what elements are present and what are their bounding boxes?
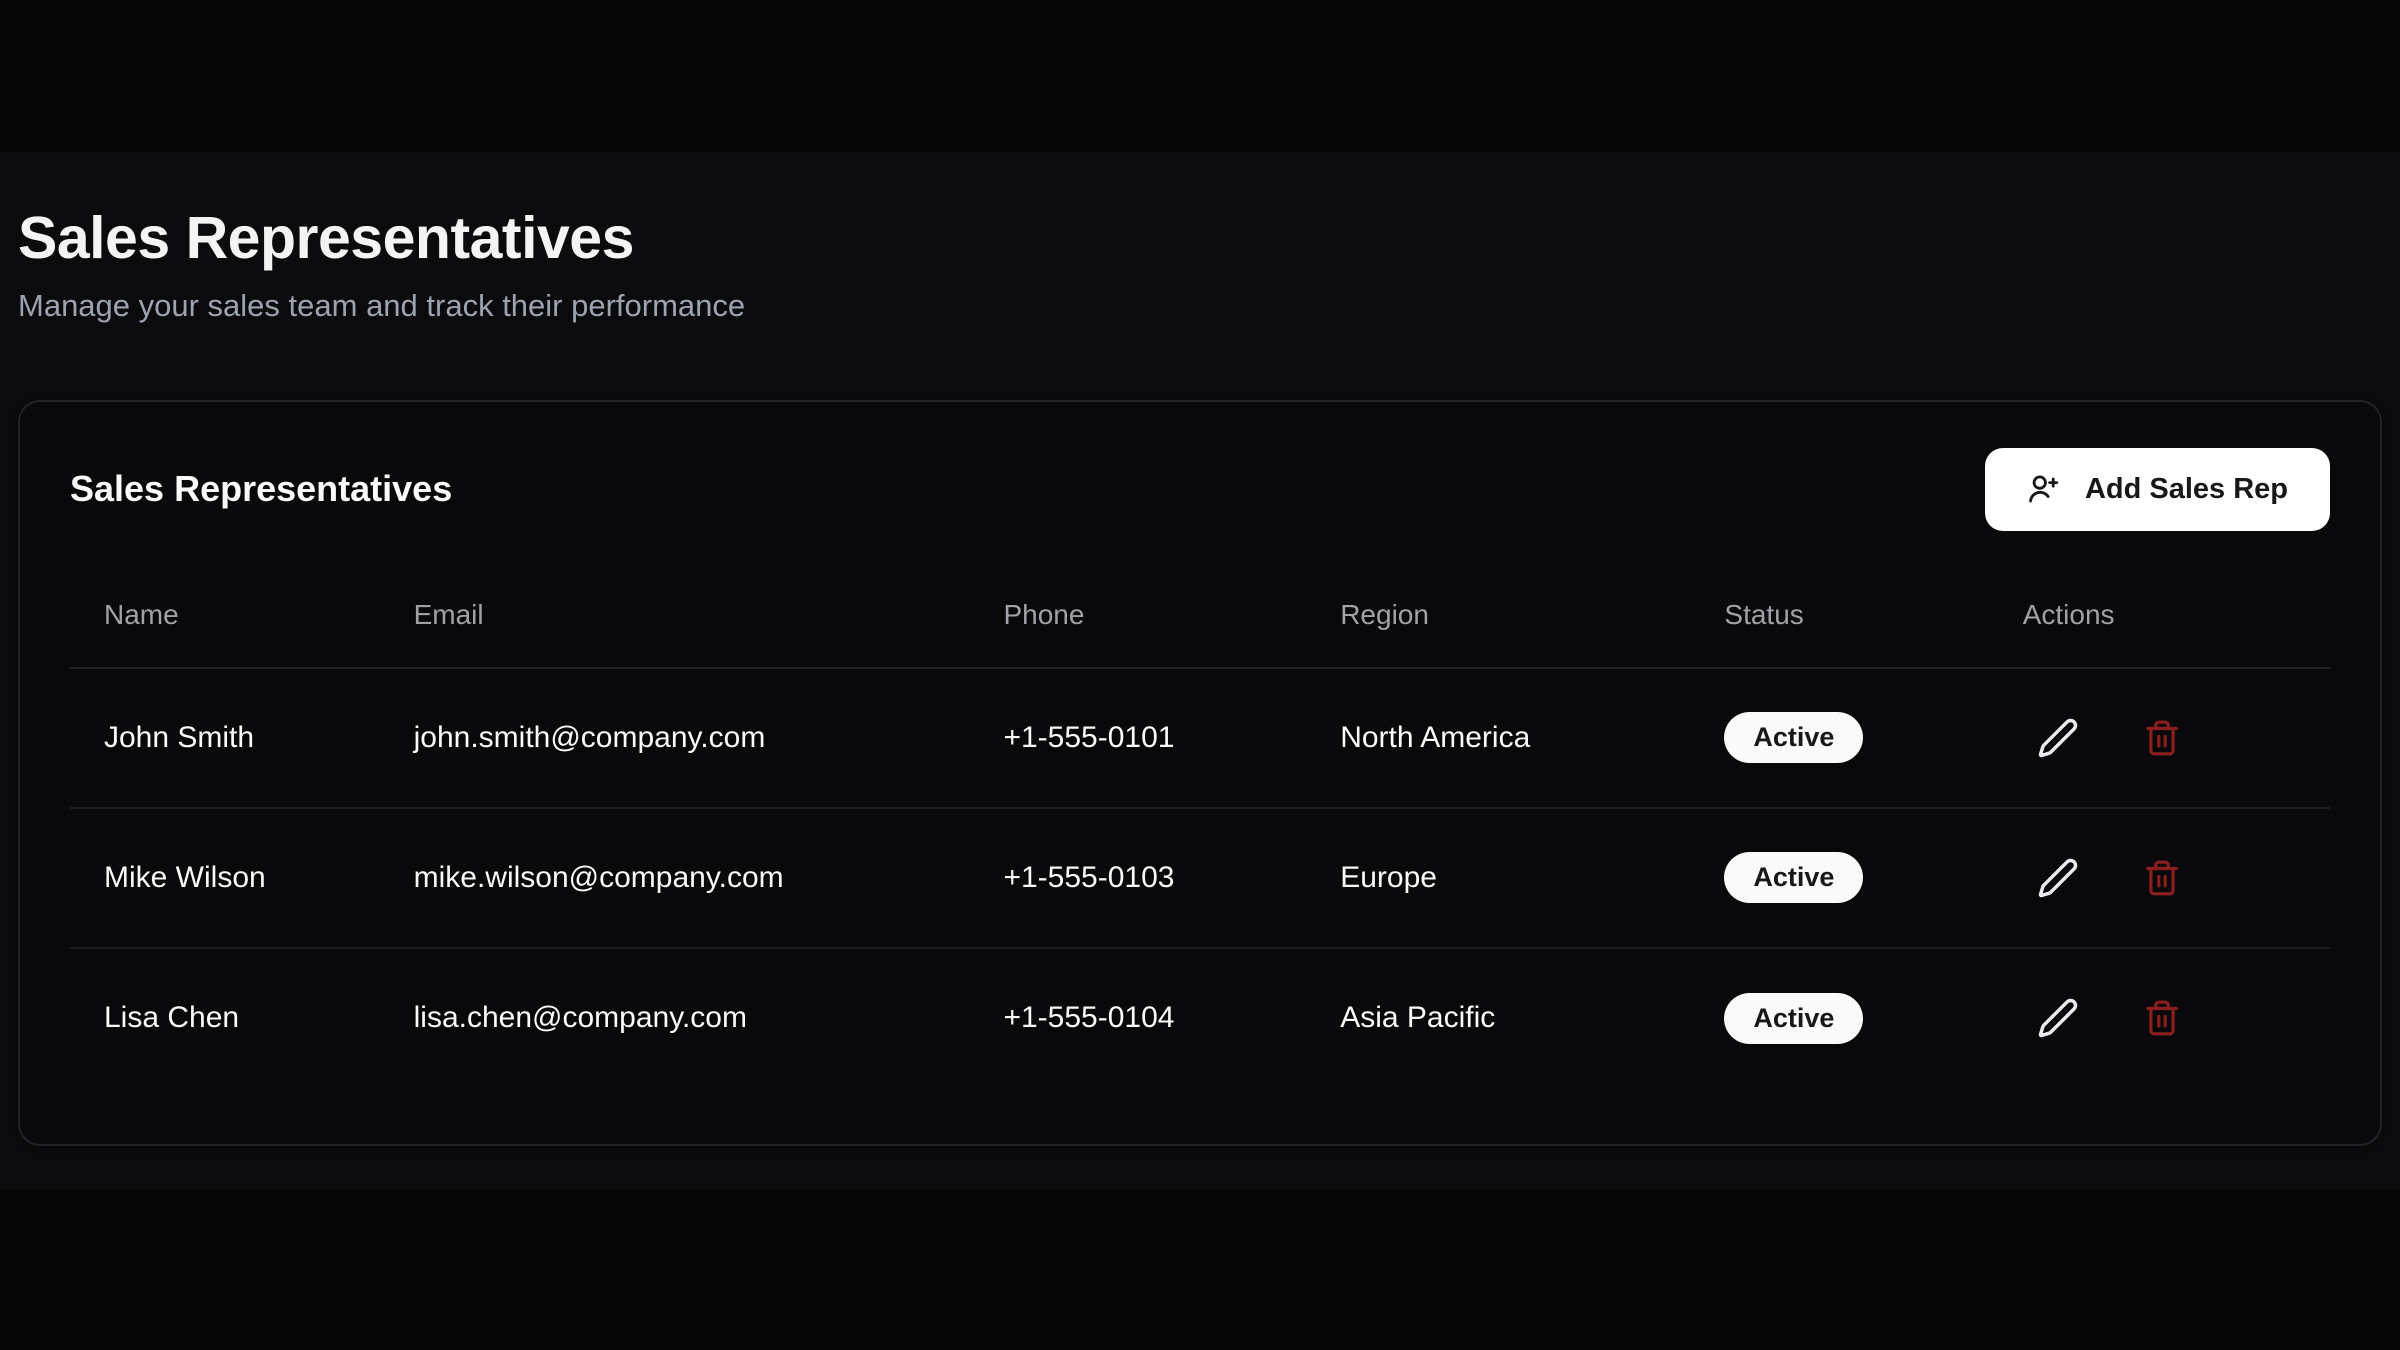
trash-icon (2143, 859, 2181, 897)
trash-icon (2143, 999, 2181, 1037)
rep-region: North America (1306, 668, 1690, 808)
status-badge: Active (1724, 852, 1863, 903)
rep-region: Europe (1306, 808, 1690, 948)
table-row: Lisa Chen lisa.chen@company.com +1-555-0… (70, 948, 2330, 1088)
delete-button[interactable] (2135, 851, 2189, 905)
page-title: Sales Representatives (18, 208, 2382, 270)
delete-button[interactable] (2135, 991, 2189, 1045)
row-actions (2023, 709, 2330, 767)
rep-phone: +1-555-0104 (969, 948, 1306, 1088)
page-subtitle: Manage your sales team and track their p… (18, 288, 2382, 324)
pencil-icon (2037, 997, 2079, 1039)
rep-phone: +1-555-0103 (969, 808, 1306, 948)
pencil-icon (2037, 857, 2079, 899)
table-row: John Smith john.smith@company.com +1-555… (70, 668, 2330, 808)
table-header-row: Name Email Phone Region Status Actions (70, 585, 2330, 668)
column-header-status: Status (1690, 585, 1988, 668)
column-header-email: Email (380, 585, 970, 668)
edit-button[interactable] (2029, 849, 2087, 907)
table-row: Mike Wilson mike.wilson@company.com +1-5… (70, 808, 2330, 948)
rep-email: mike.wilson@company.com (380, 808, 970, 948)
status-badge: Active (1724, 712, 1863, 763)
rep-phone: +1-555-0101 (969, 668, 1306, 808)
rep-name: Lisa Chen (70, 948, 380, 1088)
user-plus-icon (2027, 472, 2061, 506)
delete-button[interactable] (2135, 711, 2189, 765)
card-header: Sales Representatives Add Sales Rep (70, 448, 2330, 531)
main-content: Sales Representatives Manage your sales … (0, 152, 2400, 1190)
column-header-phone: Phone (969, 585, 1306, 668)
row-actions (2023, 989, 2330, 1047)
rep-name: Mike Wilson (70, 808, 380, 948)
sales-reps-table: Name Email Phone Region Status Actions J… (70, 585, 2330, 1088)
rep-email: lisa.chen@company.com (380, 948, 970, 1088)
rep-email: john.smith@company.com (380, 668, 970, 808)
column-header-actions: Actions (1989, 585, 2330, 668)
edit-button[interactable] (2029, 709, 2087, 767)
row-actions (2023, 849, 2330, 907)
status-badge: Active (1724, 993, 1863, 1044)
rep-region: Asia Pacific (1306, 948, 1690, 1088)
column-header-region: Region (1306, 585, 1690, 668)
trash-icon (2143, 719, 2181, 757)
pencil-icon (2037, 717, 2079, 759)
add-sales-rep-button[interactable]: Add Sales Rep (1985, 448, 2330, 531)
add-sales-rep-label: Add Sales Rep (2085, 473, 2288, 506)
column-header-name: Name (70, 585, 380, 668)
edit-button[interactable] (2029, 989, 2087, 1047)
card-title: Sales Representatives (70, 468, 452, 510)
rep-name: John Smith (70, 668, 380, 808)
sales-reps-card: Sales Representatives Add Sales Rep (18, 400, 2382, 1146)
